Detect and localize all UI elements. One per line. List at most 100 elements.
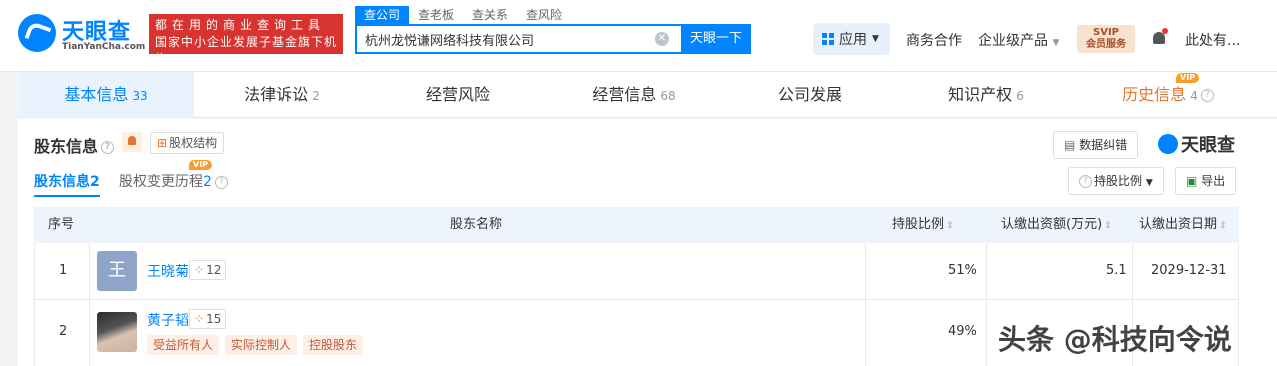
notification-bell-icon[interactable] (1152, 28, 1168, 46)
tab-ip[interactable]: 知识产权 6 (898, 72, 1074, 118)
vip-badge: VIP (1176, 73, 1200, 83)
subtab-shareholders[interactable]: 股东信息2 (34, 171, 100, 197)
equity-structure-button[interactable]: ⊞ 股权结构 (150, 132, 225, 154)
col-amount[interactable]: 认缴出资额(万元) ⇕ (1001, 207, 1112, 244)
tab-label: 基本信息 (64, 85, 129, 104)
table-header: 序号 股东名称 持股比例 ⇕ 认缴出资额(万元) ⇕ 认缴出资日期 ⇕ (34, 207, 1239, 243)
col-ratio-label: 持股比例 (892, 217, 945, 232)
tag-actual-controller: 实际控制人 (225, 335, 298, 355)
help-icon[interactable]: ? (1200, 89, 1214, 102)
excel-icon: ▣ (1186, 174, 1198, 188)
data-correction-label: 数据纠错 (1079, 138, 1128, 152)
brand-logo: 天眼查 (1158, 131, 1235, 157)
tab-legal[interactable]: 法律诉讼 2 (194, 72, 370, 118)
col-date[interactable]: 认缴出资日期 ⇕ (1139, 207, 1227, 244)
equity-structure-label: 股权结构 (169, 136, 218, 150)
svip-button[interactable]: SVIP 会员服务 (1077, 25, 1135, 53)
tag-beneficial-owner: 受益所有人 (147, 335, 220, 355)
row-index: 1 (59, 263, 68, 278)
subtab-label: 股东信息 (34, 174, 90, 190)
tag-controlling-shareholder: 控股股东 (303, 335, 364, 355)
shareholder-name-link[interactable]: 黄子韬 (147, 310, 189, 330)
col-ratio[interactable]: 持股比例 ⇕ (892, 207, 954, 244)
sort-icon: ⇕ (1219, 221, 1227, 231)
org-chart-icon: ⊞ (157, 136, 168, 150)
tab-label: 经营风险 (425, 85, 490, 104)
tab-count: 2 (312, 89, 320, 103)
table-row: 1 王 王晓菊 ⁘ 12 51% 5.1 2029-12-31 (34, 243, 1239, 300)
help-icon[interactable]: ? (101, 141, 115, 154)
relation-count: 12 (206, 263, 222, 277)
grid-icon (822, 33, 834, 45)
tab-history[interactable]: 历史信息 4? (1098, 72, 1238, 118)
search-box: ✕ (355, 24, 681, 54)
help-icon[interactable]: ? (214, 175, 228, 189)
subtab-equity-changes[interactable]: 股权变更历程2? (119, 171, 228, 191)
tab-operation[interactable]: 经营信息 68 (546, 72, 722, 118)
caret-down-icon: ▼ (872, 34, 879, 44)
tab-count: 68 (660, 89, 676, 103)
tab-label: 历史信息 (1122, 85, 1187, 104)
search-tab-risk[interactable]: 查风险 (517, 6, 571, 24)
caret-down-icon: ▼ (1052, 38, 1060, 48)
nav-business[interactable]: 商务合作 (906, 30, 962, 50)
relation-count: 15 (206, 312, 222, 326)
top-header: 天眼查 TianYanCha.com 都在用的商业查询工具 国家中小企业发展子基… (0, 0, 1277, 72)
search-type-tabs: 查公司 查老板 查关系 查风险 (355, 6, 571, 24)
tab-count: 4 (1190, 89, 1198, 103)
caret-down-icon: ▼ (1145, 178, 1153, 188)
logo-eye-icon (18, 14, 56, 52)
sort-icon: ⇕ (946, 221, 954, 231)
apps-button[interactable]: 应用 ▼ (813, 23, 890, 55)
banner-line2: 国家中小企业发展子基金旗下机构 (155, 35, 338, 66)
search-tab-relation[interactable]: 查关系 (463, 6, 517, 24)
relation-graph-icon: ⁘ (194, 312, 205, 326)
tianyancha-logo[interactable]: 天眼查 TianYanCha.com (18, 12, 146, 56)
subtab-label: 股权变更历程 (119, 174, 203, 190)
relation-graph-icon: ⁘ (194, 263, 205, 277)
col-date-label: 认缴出资日期 (1139, 217, 1218, 232)
logo-domain: TianYanCha.com (62, 42, 146, 52)
date-value: 2029-12-31 (1151, 263, 1227, 278)
tab-label: 知识产权 (948, 85, 1013, 104)
row-index: 2 (59, 324, 68, 339)
subtab-count: 2 (203, 174, 212, 190)
relation-count-button[interactable]: ⁘ 15 (189, 309, 227, 329)
user-menu[interactable]: 此处有... (1185, 30, 1240, 50)
search-tab-company[interactable]: 查公司 (355, 6, 410, 24)
subtab-count: 2 (90, 174, 100, 190)
banner-line1: 都在用的商业查询工具 (155, 18, 326, 32)
avatar[interactable] (97, 312, 137, 352)
svip-sub: 会员服务 (1086, 39, 1126, 50)
ratio-filter-button[interactable]: ? 持股比例 ▼ (1068, 167, 1164, 195)
sort-icon: ⇕ (1104, 221, 1112, 231)
tab-basic-info[interactable]: 基本信息 33 (18, 72, 194, 118)
nav-enterprise[interactable]: 企业级产品 ▼ (978, 30, 1059, 50)
data-correction-button[interactable]: ▤ 数据纠错 (1053, 131, 1139, 159)
section-title-text: 股东信息 (34, 137, 99, 156)
tab-count: 6 (1016, 89, 1024, 103)
search-tab-boss[interactable]: 查老板 (409, 6, 463, 24)
tab-count: 33 (132, 89, 148, 103)
help-icon: ? (1079, 175, 1092, 188)
promo-banner[interactable]: 都在用的商业查询工具 国家中小企业发展子基金旗下机构 (149, 14, 343, 66)
tab-risk[interactable]: 经营风险 (370, 72, 546, 118)
tab-label: 法律诉讼 (244, 85, 309, 104)
tab-development[interactable]: 公司发展 (722, 72, 898, 118)
clear-icon[interactable]: ✕ (655, 32, 669, 46)
search-input[interactable] (357, 26, 647, 52)
ratio-value: 51% (948, 263, 977, 278)
shareholder-name-link[interactable]: 王晓菊 (147, 261, 189, 281)
amount-value: 5.1 (1106, 263, 1127, 278)
ratio-filter-label: 持股比例 (1094, 174, 1143, 188)
apps-label: 应用 (839, 32, 867, 48)
nav-enterprise-label: 企业级产品 (978, 33, 1048, 49)
col-index: 序号 (48, 217, 75, 232)
relation-count-button[interactable]: ⁘ 12 (189, 260, 227, 280)
watermark: 头条 @科技向令说 (998, 323, 1232, 356)
avatar[interactable]: 王 (97, 251, 137, 291)
monitor-bell-icon[interactable] (122, 132, 142, 152)
export-button[interactable]: ▣ 导出 (1175, 167, 1237, 195)
search-button[interactable]: 天眼一下 (681, 24, 751, 54)
vip-badge: VIP (189, 160, 213, 170)
